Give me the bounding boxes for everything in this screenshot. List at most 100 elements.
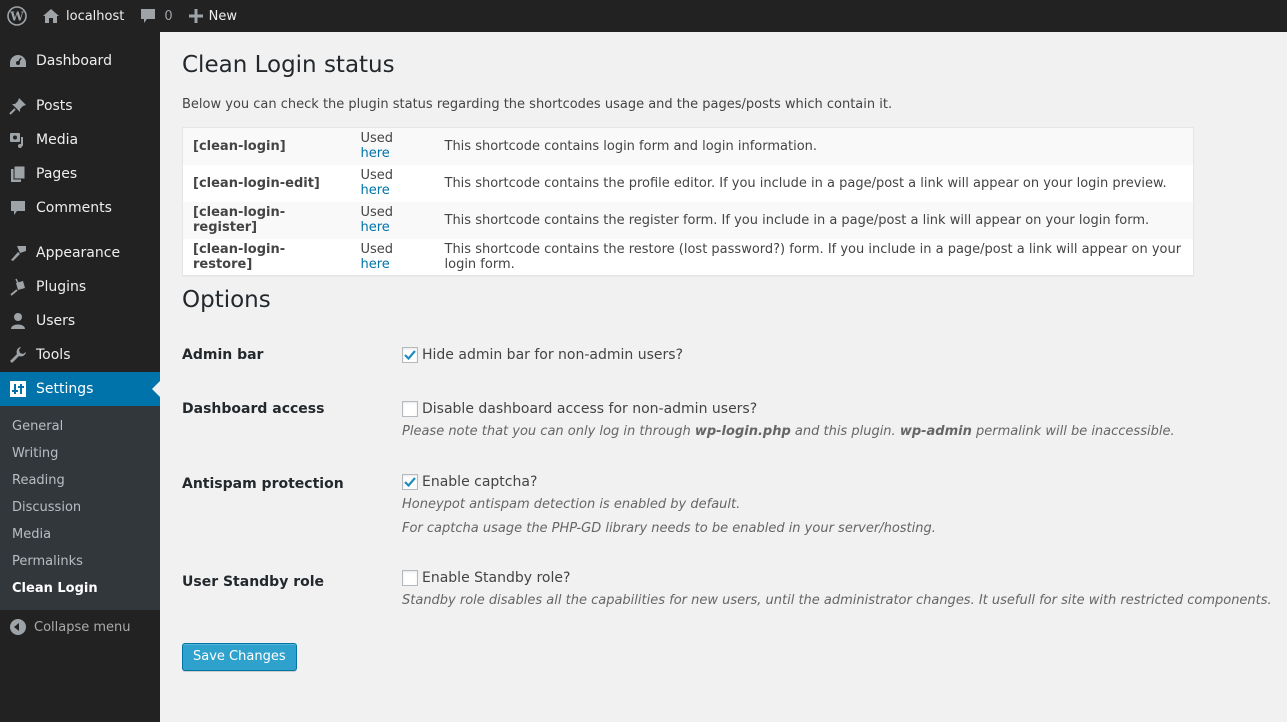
sidebar-item-posts[interactable]: Posts bbox=[0, 89, 160, 123]
wp-logo-menu[interactable]: W bbox=[0, 0, 34, 32]
table-row: [clean-login-edit] Used here This shortc… bbox=[183, 165, 1194, 202]
new-content-link[interactable]: New bbox=[181, 0, 245, 32]
sidebar-item-media[interactable]: Media bbox=[0, 123, 160, 157]
collapse-menu-label: Collapse menu bbox=[34, 619, 131, 635]
save-changes-button[interactable]: Save Changes bbox=[182, 643, 297, 671]
table-row: [clean-login-restore] Used here This sho… bbox=[183, 239, 1194, 276]
option-label: Dashboard access bbox=[182, 401, 325, 417]
site-name-link[interactable]: localhost bbox=[34, 0, 132, 32]
submenu-item-general[interactable]: General bbox=[0, 413, 160, 440]
collapse-arrow-icon bbox=[10, 619, 26, 635]
used-prefix: Used bbox=[360, 205, 394, 220]
enable-captcha-checkbox[interactable] bbox=[402, 474, 418, 490]
sidebar-item-settings[interactable]: Settings bbox=[0, 372, 160, 406]
submenu-item-writing[interactable]: Writing bbox=[0, 440, 160, 467]
home-icon bbox=[42, 8, 60, 24]
option-description: Standby role disables all the capabiliti… bbox=[402, 593, 1272, 608]
checkmark-icon bbox=[404, 350, 416, 360]
shortcode-name: [clean-login-restore] bbox=[193, 241, 286, 272]
shortcode-description: This shortcode contains login form and l… bbox=[444, 138, 818, 154]
table-row: [clean-login-register] Used here This sh… bbox=[182, 201, 1194, 239]
used-prefix: Used bbox=[360, 131, 394, 147]
sidebar-item-dashboard[interactable]: Dashboard bbox=[0, 44, 160, 78]
option-description: Please note that you can only log in thr… bbox=[402, 424, 1175, 439]
sidebar-item-label: Dashboard bbox=[36, 53, 112, 69]
checkbox-label: Disable dashboard access for non-admin u… bbox=[422, 401, 758, 417]
sidebar-item-label: Users bbox=[36, 313, 76, 329]
option-standby-role: User Standby role Enable Standby role? S… bbox=[182, 567, 1272, 613]
comment-icon bbox=[8, 198, 28, 218]
admin-sidebar: Dashboard Posts Media Pages Comments App… bbox=[0, 32, 160, 722]
comments-count: 0 bbox=[164, 8, 173, 24]
submenu-item-permalinks[interactable]: Permalinks bbox=[0, 548, 160, 575]
shortcode-description: This shortcode contains the register for… bbox=[444, 212, 1150, 228]
wordpress-logo-icon: W bbox=[7, 6, 27, 26]
user-icon bbox=[8, 311, 28, 331]
sidebar-item-label: Pages bbox=[36, 166, 78, 182]
used-here-link[interactable]: here bbox=[361, 220, 390, 235]
disable-dashboard-checkbox[interactable] bbox=[402, 401, 418, 417]
sidebar-item-users[interactable]: Users bbox=[0, 304, 160, 338]
shortcode-status-table: [clean-login] Used here This shortcode c… bbox=[182, 127, 1194, 276]
checkbox-label: Hide admin bar for non-admin users? bbox=[422, 347, 683, 363]
main-content: Clean Login status Below you can check t… bbox=[182, 32, 1272, 671]
sidebar-item-plugins[interactable]: Plugins bbox=[0, 270, 160, 304]
enable-standby-checkbox[interactable] bbox=[402, 570, 418, 586]
sidebar-item-label: Plugins bbox=[36, 279, 87, 295]
option-label: Antispam protection bbox=[182, 476, 344, 492]
checkmark-icon bbox=[404, 477, 416, 487]
option-label: Admin bar bbox=[182, 347, 264, 363]
dashboard-icon bbox=[8, 51, 28, 71]
sidebar-item-label: Media bbox=[36, 132, 79, 148]
sidebar-item-comments[interactable]: Comments bbox=[0, 191, 160, 225]
pages-icon bbox=[8, 164, 28, 184]
submenu-item-discussion[interactable]: Discussion bbox=[0, 494, 160, 521]
option-label: User Standby role bbox=[182, 574, 325, 590]
table-row: [clean-login] Used here This shortcode c… bbox=[182, 127, 1194, 165]
checkbox-label: Enable Standby role? bbox=[422, 570, 571, 586]
shortcode-name: [clean-login-register] bbox=[193, 205, 286, 235]
used-here-link[interactable]: here bbox=[361, 183, 390, 198]
option-description: For captcha usage the PHP-GD library nee… bbox=[402, 521, 936, 536]
shortcode-name: [clean-login] bbox=[193, 138, 286, 154]
sidebar-item-label: Appearance bbox=[36, 245, 121, 261]
plus-icon bbox=[188, 9, 203, 23]
sidebar-item-pages[interactable]: Pages bbox=[0, 157, 160, 191]
sidebar-item-label: Settings bbox=[36, 381, 94, 397]
pin-icon bbox=[8, 96, 28, 116]
comments-link[interactable]: 0 bbox=[132, 0, 180, 32]
wrench-icon bbox=[8, 345, 28, 365]
svg-text:W: W bbox=[9, 10, 24, 24]
option-dashboard-access: Dashboard access Disable dashboard acces… bbox=[182, 398, 1272, 444]
page-title: Clean Login status bbox=[182, 52, 395, 78]
shortcode-description: This shortcode contains the restore (los… bbox=[444, 241, 1182, 272]
used-prefix: Used bbox=[360, 241, 394, 257]
sidebar-item-appearance[interactable]: Appearance bbox=[0, 236, 160, 270]
admin-bar: W localhost 0 New bbox=[0, 0, 1287, 32]
shortcode-name: [clean-login-edit] bbox=[193, 175, 320, 191]
intro-text: Below you can check the plugin status re… bbox=[182, 97, 893, 112]
sidebar-item-label: Posts bbox=[36, 98, 73, 114]
options-title: Options bbox=[182, 287, 271, 313]
used-here-link[interactable]: here bbox=[361, 257, 390, 272]
shortcode-description: This shortcode contains the profile edit… bbox=[444, 175, 1167, 191]
sidebar-item-label: Comments bbox=[36, 200, 112, 216]
settings-submenu: General Writing Reading Discussion Media… bbox=[0, 406, 160, 610]
submenu-item-clean-login[interactable]: Clean Login bbox=[0, 575, 160, 602]
used-prefix: Used bbox=[360, 168, 394, 183]
sidebar-item-tools[interactable]: Tools bbox=[0, 338, 160, 372]
plugin-icon bbox=[8, 277, 28, 297]
site-name: localhost bbox=[66, 8, 125, 24]
submenu-item-media[interactable]: Media bbox=[0, 521, 160, 548]
submenu-item-reading[interactable]: Reading bbox=[0, 467, 160, 494]
used-here-link[interactable]: here bbox=[361, 146, 390, 161]
new-label: New bbox=[208, 8, 237, 24]
checkbox-label: Enable captcha? bbox=[422, 474, 538, 490]
paintbrush-icon bbox=[8, 243, 28, 263]
comment-bubble-icon bbox=[140, 8, 156, 24]
media-icon bbox=[8, 130, 28, 150]
option-description: Honeypot antispam detection is enabled b… bbox=[402, 497, 741, 512]
collapse-menu-button[interactable]: Collapse menu bbox=[0, 610, 160, 644]
hide-admin-bar-checkbox[interactable] bbox=[402, 347, 418, 363]
sidebar-item-label: Tools bbox=[36, 347, 71, 363]
